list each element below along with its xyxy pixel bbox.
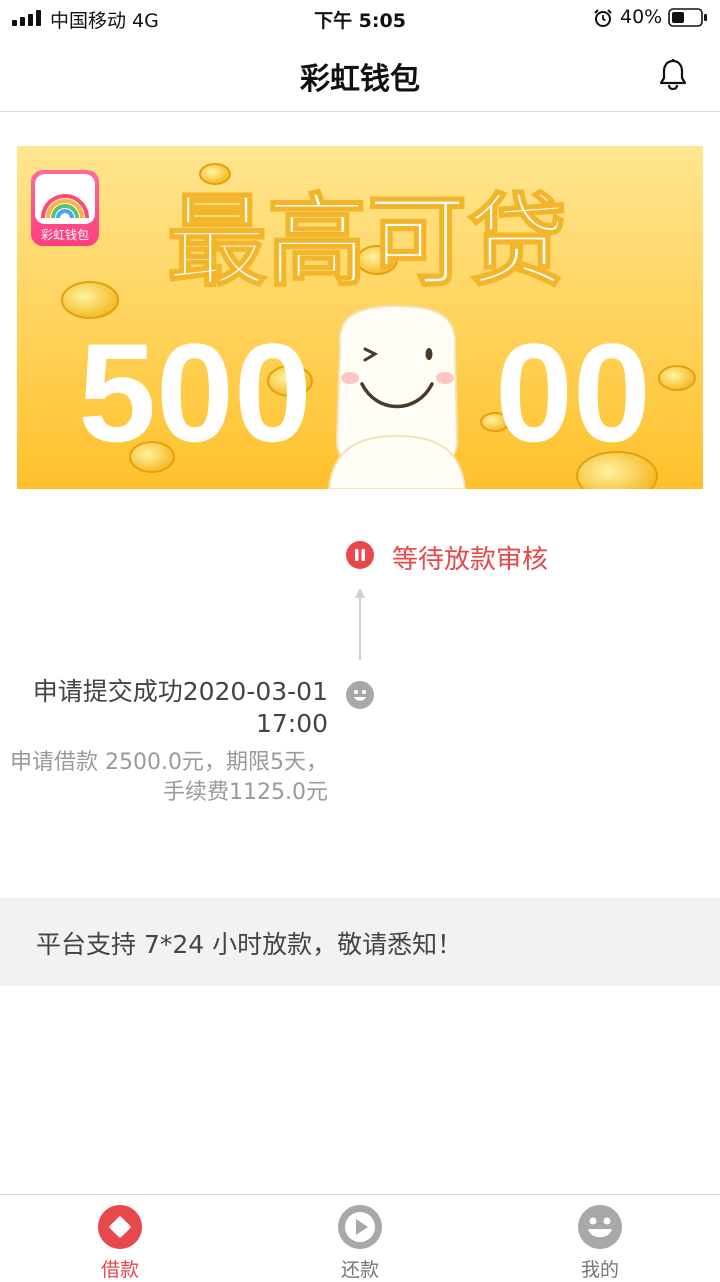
event-title: 申请提交成功2020-03-01 17:00 (32, 677, 328, 738)
status-bar: 中国移动 4G 下午 5:05 40% (0, 0, 720, 36)
bell-icon[interactable] (658, 58, 688, 90)
notice-text: 平台支持 7*24 小时放款，敬请悉知！ (36, 930, 463, 959)
tab-label: 我的 (580, 1259, 619, 1281)
banner-amount-right: 00 (495, 314, 651, 471)
banner-headline: 最高可贷 (167, 183, 567, 300)
battery-icon (668, 8, 707, 27)
tab-borrow[interactable]: 借款 (60, 1195, 180, 1281)
page-title: 彩虹钱包 (300, 62, 420, 97)
timeline-arrow (355, 588, 365, 660)
tab-bar: 借款 还款 我的 (0, 1194, 720, 1281)
notice-bar: 平台支持 7*24 小时放款，敬请悉知！ (0, 898, 720, 986)
banner-art: 彩虹钱包 最高可贷 500 00 (17, 146, 703, 489)
tab-repay[interactable]: 还款 (300, 1195, 420, 1281)
battery-percent: 40% (620, 6, 663, 28)
nav-bar: 彩虹钱包 (0, 36, 720, 112)
current-status: 等待放款审核 (392, 545, 549, 575)
logo-label: 彩虹钱包 (41, 227, 89, 242)
borrow-icon (98, 1205, 142, 1249)
pause-icon (346, 541, 374, 569)
smile-icon (578, 1205, 622, 1249)
banner-amount-left: 500 (78, 314, 312, 471)
event-description: 申请借款 2500.0元，期限5天，手续费1125.0元 (10, 750, 328, 805)
tab-mine[interactable]: 我的 (540, 1195, 660, 1281)
promo-banner[interactable]: 彩虹钱包 最高可贷 500 00 (17, 146, 703, 489)
tab-label: 借款 (100, 1259, 139, 1281)
alarm-icon (594, 9, 612, 27)
tab-label: 还款 (340, 1259, 379, 1281)
play-icon (338, 1205, 382, 1249)
smile-icon (346, 681, 374, 709)
marshmallow-mascot (327, 304, 467, 489)
